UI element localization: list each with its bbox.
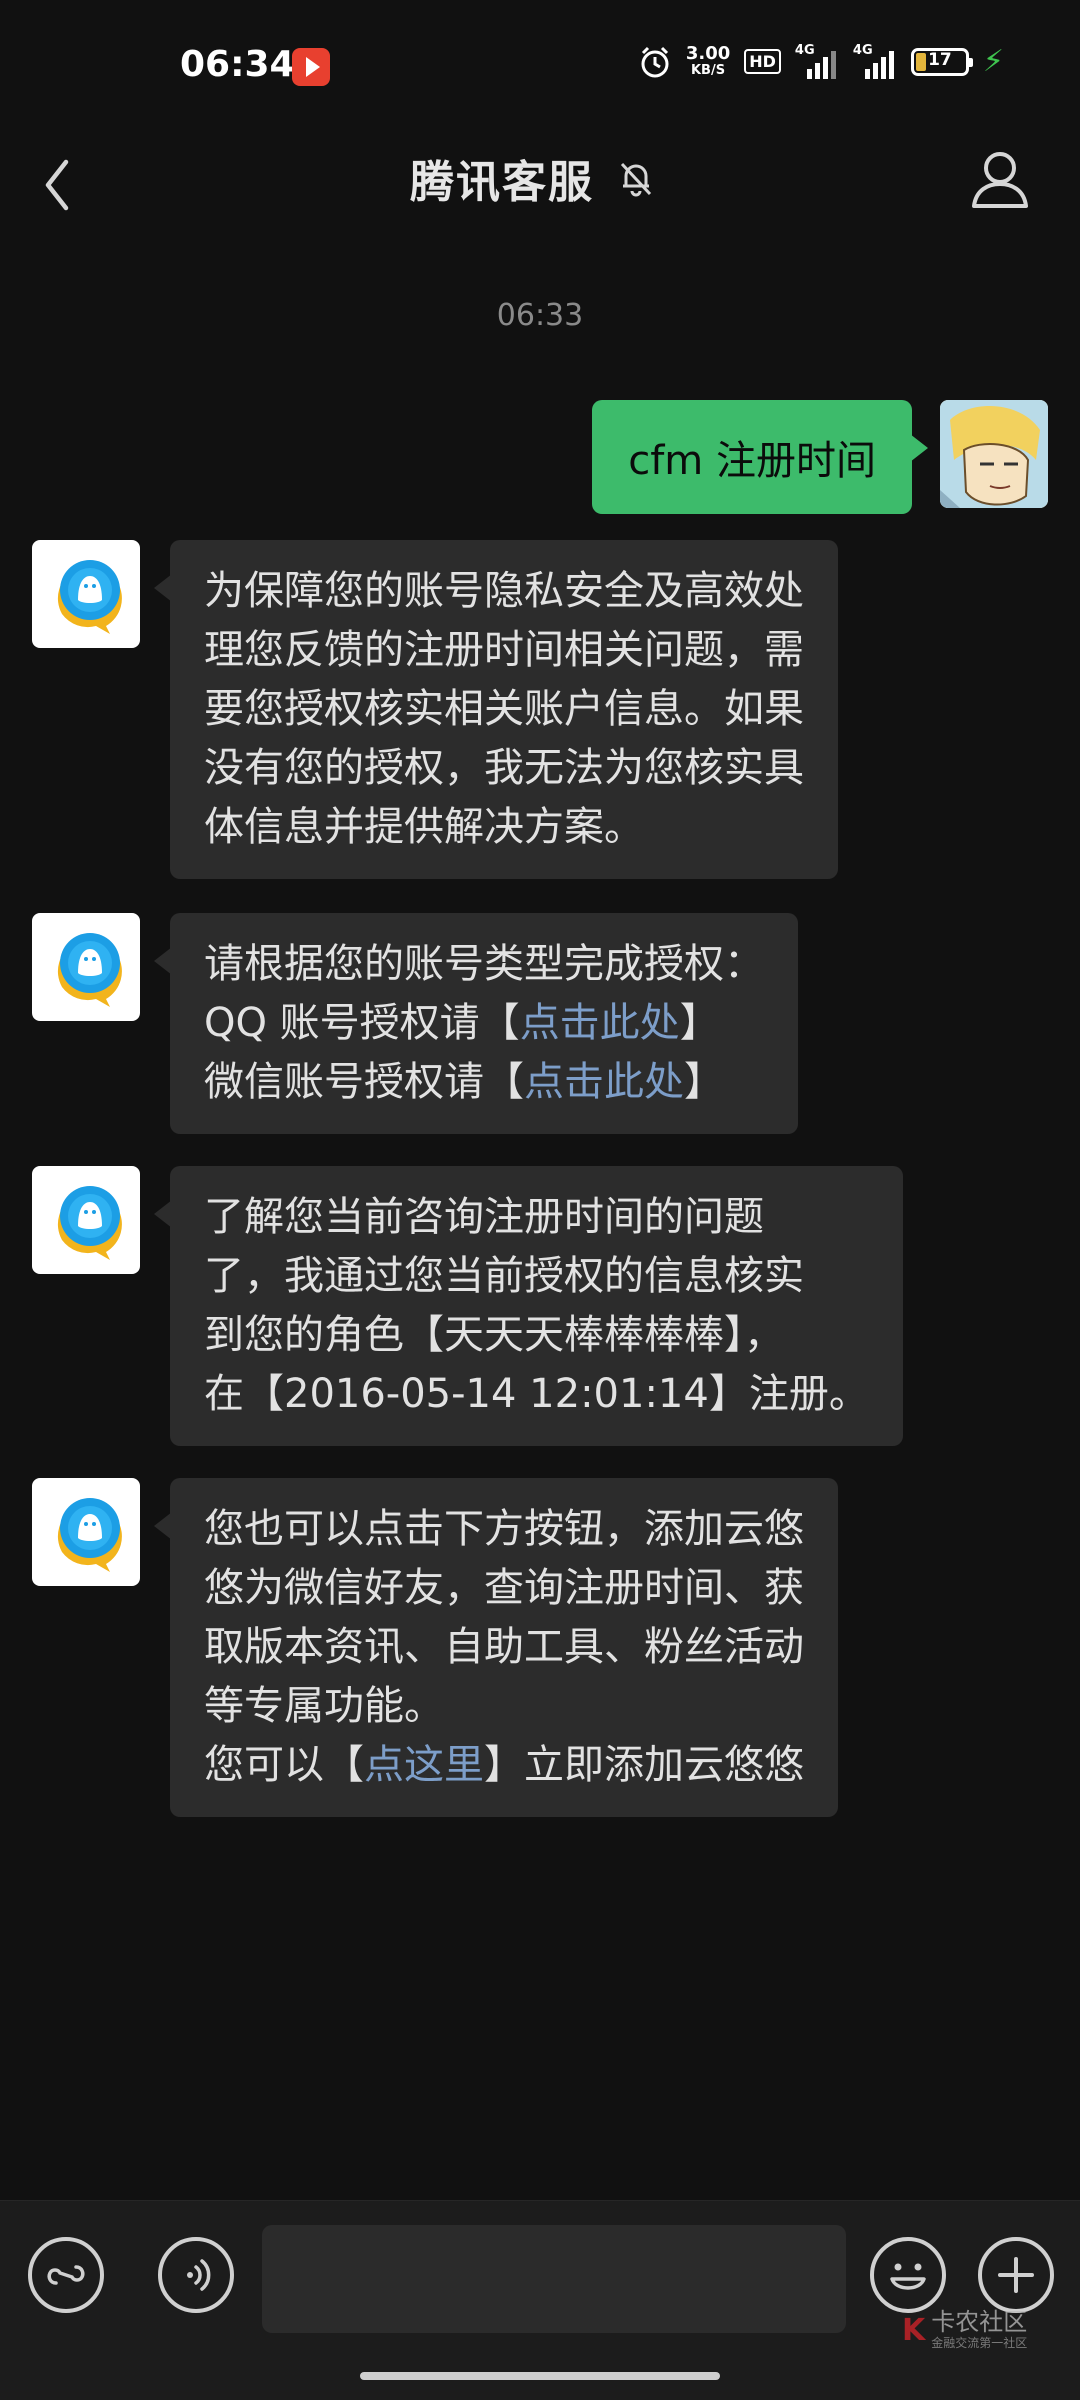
tencent-service-logo-icon [57,1186,122,1260]
watermark-text: 卡农社区 [931,2308,1028,2336]
message-line: 为保障您的账号隐私安全及高效处 [204,568,804,614]
message-line: 体信息并提供解决方案。 [204,804,644,850]
signal-icon: 4G [853,43,897,79]
message-line: 到您的角色【天天天棒棒棒棒】， [204,1312,784,1358]
hd-icon: HD [744,49,781,74]
status-bar: 06:34 3.00 KB/S HD 4G 4G 17 ⚡ [0,0,1080,130]
user-avatar[interactable] [940,400,1048,508]
mini-program-icon [47,2265,85,2285]
message-line: 了，我通过您当前授权的信息核实 [204,1253,804,1299]
alarm-icon [641,46,669,77]
message-line: QQ 账号授权请【点击此处】 [204,994,764,1053]
message-line: 请根据您的账号类型完成授权： [204,941,764,987]
network-speed: 3.00 KB/S [685,42,731,79]
link-suffix: 】 [679,1000,720,1046]
tencent-service-logo-icon [57,1498,122,1572]
chat-header: 腾讯客服 [0,130,1080,240]
message-line: 取版本资讯、自助工具、粉丝活动 [204,1624,804,1670]
message-line: 了解您当前咨询注册时间的问题 [204,1194,764,1240]
network-speed-value: 3.00 [685,42,731,64]
page-title: 腾讯客服 [410,157,594,208]
incoming-message: 为保障您的账号隐私安全及高效处 理您反馈的注册时间相关问题，需 要您授权核实相关… [32,540,838,879]
profile-icon [972,152,1028,208]
back-arrow-icon [45,159,69,211]
incoming-bubble[interactable]: 为保障您的账号隐私安全及高效处 理您反馈的注册时间相关问题，需 要您授权核实相关… [154,540,838,879]
message-line: 您也可以点击下方按钮，添加云悠 [204,1506,804,1552]
profile-button[interactable] [960,140,1040,220]
signal-icon: 4G [795,43,839,79]
message-line: 悠为微信好友，查询注册时间、获 [204,1565,804,1611]
tencent-service-logo-icon [57,560,122,634]
bot-avatar[interactable] [32,1478,140,1586]
incoming-message: 您也可以点击下方按钮，添加云悠 悠为微信好友，查询注册时间、获 取版本资讯、自助… [32,1478,838,1817]
emoji-button[interactable] [870,2237,946,2313]
chat-screen: 06:34 3.00 KB/S HD 4G 4G 17 ⚡ 腾讯客服 06:33… [0,0,1080,2400]
incoming-message: 了解您当前咨询注册时间的问题 了，我通过您当前授权的信息核实 到您的角色【天天天… [32,1166,903,1446]
plus-icon [998,2257,1034,2293]
status-indicators: 3.00 KB/S HD 4G 4G 17 ⚡ [638,42,1004,79]
link-prefix: 您可以【 [204,1742,364,1788]
voice-icon [187,2259,211,2291]
link-prefix: QQ 账号授权请【 [204,1000,520,1046]
more-button[interactable] [978,2237,1054,2313]
voice-button[interactable] [158,2237,234,2313]
message-line: 在【2016-05-14 12:01:14】注册。 [204,1371,869,1417]
tencent-service-logo-icon [57,933,122,1007]
message-input[interactable] [262,2225,846,2333]
network-speed-unit: KB/S [690,62,726,78]
incoming-bubble[interactable]: 了解您当前咨询注册时间的问题 了，我通过您当前授权的信息核实 到您的角色【天天天… [154,1166,903,1446]
message-line: 微信账号授权请【点击此处】 [204,1053,764,1112]
qq-auth-link[interactable]: 点击此处 [520,1000,680,1046]
back-button[interactable] [30,140,120,230]
watermark-subtext: 金融交流第一社区 [931,2336,1028,2350]
input-bar [0,2200,1080,2400]
outgoing-message: cfm 注册时间 [592,400,1048,514]
battery-level: 17 [928,49,952,70]
incoming-bubble[interactable]: 您也可以点击下方按钮，添加云悠 悠为微信好友，查询注册时间、获 取版本资讯、自助… [154,1478,838,1817]
incoming-message: 请根据您的账号类型完成授权： QQ 账号授权请【点击此处】 微信账号授权请【点击… [32,913,798,1134]
user-avatar-image [940,400,1048,508]
status-time: 06:34 [180,44,295,85]
link-suffix: 】 [684,1059,724,1105]
message-line: 理您反馈的注册时间相关问题，需 [204,627,804,673]
outgoing-bubble[interactable]: cfm 注册时间 [592,400,928,514]
message-timestamp: 06:33 [496,298,584,333]
link-prefix: 微信账号授权请【 [204,1059,524,1105]
battery-icon: 17 [910,47,973,76]
add-friend-link[interactable]: 点这里 [364,1742,484,1788]
message-line: 您可以【点这里】立即添加云悠悠 [204,1736,804,1795]
bot-avatar[interactable] [32,1166,140,1274]
watermark: K 卡农社区 金融交流第一社区 [902,2310,1027,2351]
bot-avatar[interactable] [32,540,140,648]
bot-avatar[interactable] [32,913,140,1021]
charging-icon: ⚡ [982,44,1004,79]
message-line: 没有您的授权，我无法为您核实具 [204,745,804,791]
link-suffix: 】立即添加云悠悠 [484,1742,804,1788]
mute-bell-icon [620,162,652,197]
incoming-bubble[interactable]: 请根据您的账号类型完成授权： QQ 账号授权请【点击此处】 微信账号授权请【点击… [154,913,798,1134]
watermark-logo-icon: K [902,2313,926,2348]
mini-program-button[interactable] [28,2237,104,2313]
video-app-icon [292,48,330,86]
home-indicator[interactable] [360,2372,720,2380]
message-line: 要您授权核实相关账户信息。如果 [204,686,804,732]
emoji-icon [890,2263,926,2290]
message-line: 等专属功能。 [204,1683,444,1729]
wechat-auth-link[interactable]: 点击此处 [524,1059,684,1105]
header-title-group: 腾讯客服 [410,146,658,210]
